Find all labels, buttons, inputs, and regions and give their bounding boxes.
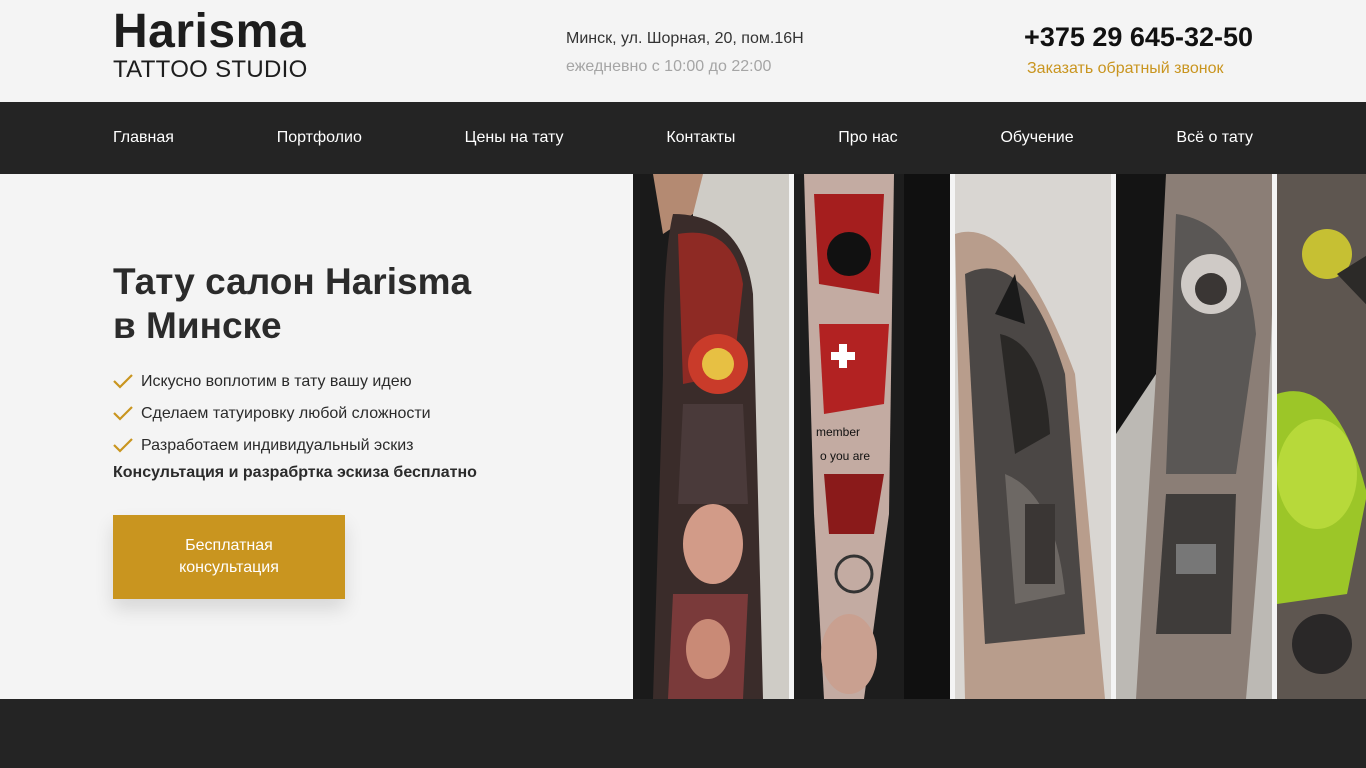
feature-text: Разработаем индивидуальный эскиз [141,437,414,454]
nav-item-prices[interactable]: Цены на тату [465,129,564,147]
tattoo-photo-image [955,174,1111,699]
tattoo-photo[interactable] [633,174,789,699]
check-icon [113,406,133,421]
tattoo-photo-image: member o you are [794,174,950,699]
cta-label-line-1: Бесплатная [185,537,273,554]
check-icon [113,374,133,389]
feature-text: Искусно воплотим в тату вашу идею [141,373,412,390]
tattoo-photo[interactable] [955,174,1111,699]
photo-tattoo-text-2: o you are [820,449,870,463]
tattoo-photo[interactable]: member o you are [794,174,950,699]
nav-item-training[interactable]: Обучение [1000,129,1073,147]
nav-item-contacts[interactable]: Контакты [666,129,735,147]
nav-item-portfolio[interactable]: Портфолио [277,129,362,147]
callback-link[interactable]: Заказать обратный звонок [1027,60,1223,78]
feature-list: Искусно воплотим в тату вашу идею Сделае… [113,366,431,462]
hero-title-line-2: в Минске [113,305,282,346]
nav-item-about[interactable]: Про нас [838,129,897,147]
site-header: Harisma TATTOO STUDIO Минск, ул. Шорная,… [0,0,1366,102]
opening-hours: ежедневно с 10:00 до 22:00 [566,58,772,75]
tattoo-photo-image [1277,174,1366,699]
tattoo-photo-image [633,174,789,699]
hero-title-line-1: Тату салон Harisma [113,261,472,302]
phone-number[interactable]: +375 29 645-32-50 [1024,22,1253,53]
cta-label: Бесплатная консультация [179,535,279,579]
feature-item: Сделаем татуировку любой сложности [113,398,431,430]
footer-band [0,699,1366,768]
feature-item: Искусно воплотим в тату вашу идею [113,366,431,398]
main-nav: Главная Портфолио Цены на тату Контакты … [0,102,1366,174]
check-icon [113,438,133,453]
hero-section: Тату салон Harisma в Минске Искусно вопл… [0,174,1366,699]
tattoo-photo[interactable] [1277,174,1366,699]
hero-title: Тату салон Harisma в Минске [113,260,533,348]
cta-label-line-2: консультация [179,559,279,576]
feature-item: Разработаем индивидуальный эскиз [113,430,431,462]
logo-name: Harisma [113,5,306,58]
feature-text: Сделаем татуировку любой сложности [141,405,431,422]
consultation-note: Консультация и разрабртка эскиза бесплат… [113,464,477,481]
nav-item-all-about-tattoo[interactable]: Всё о тату [1176,129,1253,147]
address: Минск, ул. Шорная, 20, пом.16Н [566,30,804,47]
photo-tattoo-text-1: member [816,425,860,439]
logo-subtitle: TATTOO STUDIO [113,56,308,83]
free-consultation-button[interactable]: Бесплатная консультация [113,515,345,599]
tattoo-photo[interactable] [1116,174,1272,699]
logo[interactable]: Harisma TATTOO STUDIO [113,6,308,82]
tattoo-gallery: member o you are [633,174,1366,699]
nav-item-home[interactable]: Главная [113,129,174,147]
tattoo-photo-image [1116,174,1272,699]
